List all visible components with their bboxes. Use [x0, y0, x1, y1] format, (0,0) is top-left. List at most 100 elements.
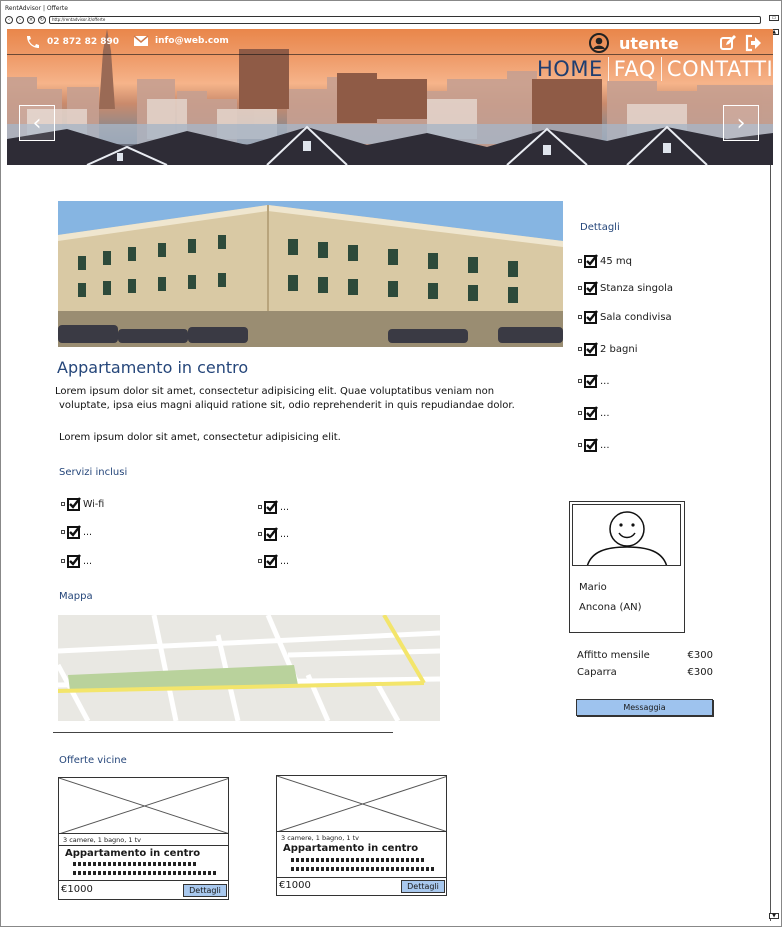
logout-icon[interactable]: [745, 34, 763, 52]
close-icon[interactable]: ×: [27, 16, 35, 24]
rent-label: Affitto mensile: [577, 650, 650, 661]
listing-title: Appartamento in centro: [57, 358, 249, 377]
checkmark-icon: [67, 497, 81, 511]
checkbox-icon: [61, 559, 65, 563]
checkbox-icon: [578, 286, 582, 290]
username: utente: [619, 33, 679, 53]
rent-value: €300: [687, 650, 713, 661]
chevron-left-icon: ‹: [32, 110, 42, 136]
checkmark-icon: [264, 500, 278, 514]
offer-details-button[interactable]: Dettagli: [183, 884, 227, 897]
header-actions: [719, 34, 763, 52]
forward-icon[interactable]: ›: [16, 16, 24, 24]
detail-label: Stanza singola: [600, 282, 673, 294]
rent-row: Affitto mensile €300: [577, 650, 713, 661]
checkbox-icon: [61, 502, 65, 506]
checkmark-icon: [264, 554, 278, 568]
listing-description-line-2: voluptate, ipsa eius magni aliquid ratio…: [59, 400, 515, 411]
checkbox-icon: [578, 315, 582, 319]
checkbox-icon: [61, 530, 65, 534]
detail-item: 45 mq: [578, 254, 632, 268]
offer-price: €1000: [279, 880, 311, 891]
email-contact[interactable]: info@web.com: [133, 35, 229, 47]
offer-meta: 3 camere, 1 bagno, 1 tv: [63, 836, 142, 844]
phone-icon: [27, 36, 39, 48]
checkmark-icon: [584, 342, 598, 356]
edit-icon[interactable]: [719, 34, 737, 52]
checkmark-icon: [584, 406, 598, 420]
services-heading: Servizi inclusi: [59, 467, 128, 478]
phone-contact[interactable]: 02 872 82 890: [25, 35, 119, 49]
checkmark-icon: [584, 281, 598, 295]
service-label: ...: [280, 555, 290, 567]
detail-item: ...: [578, 438, 610, 452]
message-button[interactable]: Messaggia: [576, 699, 713, 716]
scroll-down-icon[interactable]: ▼: [769, 913, 779, 919]
checkbox-icon: [578, 379, 582, 383]
avatar: [572, 504, 681, 566]
offer-price: €1000: [61, 884, 93, 895]
chevron-right-icon: ›: [736, 110, 746, 136]
deposit-row: Caparra €300: [577, 667, 713, 678]
menu-item-faq[interactable]: FAQ: [609, 57, 662, 81]
offer-card[interactable]: 3 camere, 1 bagno, 1 tv Appartamento in …: [276, 775, 447, 896]
card-divider: [59, 880, 228, 881]
detail-item: 2 bagni: [578, 342, 637, 356]
user-icon: [589, 33, 609, 53]
window-title: RentAdvisor | Offerte: [5, 5, 68, 12]
checkmark-icon: [67, 554, 81, 568]
service-item[interactable]: ...: [61, 525, 92, 539]
checkmark-icon: [584, 374, 598, 388]
service-item[interactable]: Wi-fi: [61, 497, 104, 511]
detail-label: Sala condivisa: [600, 311, 672, 323]
carousel-prev-button[interactable]: ‹: [19, 105, 55, 141]
detail-item: ...: [578, 374, 610, 388]
owner-name: Mario: [579, 582, 607, 593]
window-control-icon[interactable]: ▭: [769, 15, 779, 21]
details-heading: Dettagli: [580, 222, 620, 233]
menu-item-contatti[interactable]: CONTATTI: [662, 57, 773, 81]
carousel-next-button[interactable]: ›: [723, 105, 759, 141]
main-menu: HOME FAQ CONTATTI: [532, 57, 773, 81]
smiley-icon: [586, 511, 668, 565]
map[interactable]: [58, 615, 440, 721]
detail-label: 2 bagni: [600, 343, 638, 355]
email-address: info@web.com: [155, 36, 229, 46]
nearby-heading: Offerte vicine: [59, 755, 127, 766]
offer-details-button[interactable]: Dettagli: [401, 880, 445, 893]
scribble-text: [291, 867, 436, 871]
envelope-icon: [133, 35, 149, 46]
placeholder-image-icon: [59, 778, 228, 834]
checkmark-icon: [264, 527, 278, 541]
menu-item-home[interactable]: HOME: [532, 57, 609, 81]
card-divider: [59, 845, 228, 846]
url-input[interactable]: http://rentadvisor.it/offerte: [49, 16, 761, 24]
owner-city: Ancona (AN): [579, 602, 642, 613]
reload-icon[interactable]: ↻: [38, 16, 46, 24]
section-divider: [53, 732, 393, 733]
detail-item: Stanza singola: [578, 281, 673, 295]
offer-card[interactable]: 3 camere, 1 bagno, 1 tv Appartamento in …: [58, 777, 229, 900]
service-item[interactable]: ...: [258, 554, 289, 568]
listing-description-line-1: Lorem ipsum dolor sit amet, consectetur …: [55, 386, 495, 397]
owner-profile-card[interactable]: Mario Ancona (AN): [569, 501, 685, 633]
service-label: ...: [280, 501, 290, 513]
deposit-label: Caparra: [577, 667, 617, 678]
service-label: Wi-fi: [83, 498, 105, 510]
checkbox-icon: [578, 411, 582, 415]
placeholder-image-icon: [277, 776, 446, 832]
detail-item: Sala condivisa: [578, 310, 672, 324]
service-item[interactable]: ...: [61, 554, 92, 568]
service-item[interactable]: ...: [258, 500, 289, 514]
checkmark-icon: [67, 525, 81, 539]
detail-label: ...: [600, 439, 610, 451]
service-label: ...: [280, 528, 290, 540]
checkbox-icon: [578, 259, 582, 263]
detail-label: ...: [600, 375, 610, 387]
address-bar-row: ‹ › × ↻ http://rentadvisor.it/offerte: [5, 13, 779, 27]
service-item[interactable]: ...: [258, 527, 289, 541]
deposit-value: €300: [687, 667, 713, 678]
back-icon[interactable]: ‹: [5, 16, 13, 24]
user-account[interactable]: utente: [589, 33, 679, 53]
service-label: ...: [83, 526, 93, 538]
